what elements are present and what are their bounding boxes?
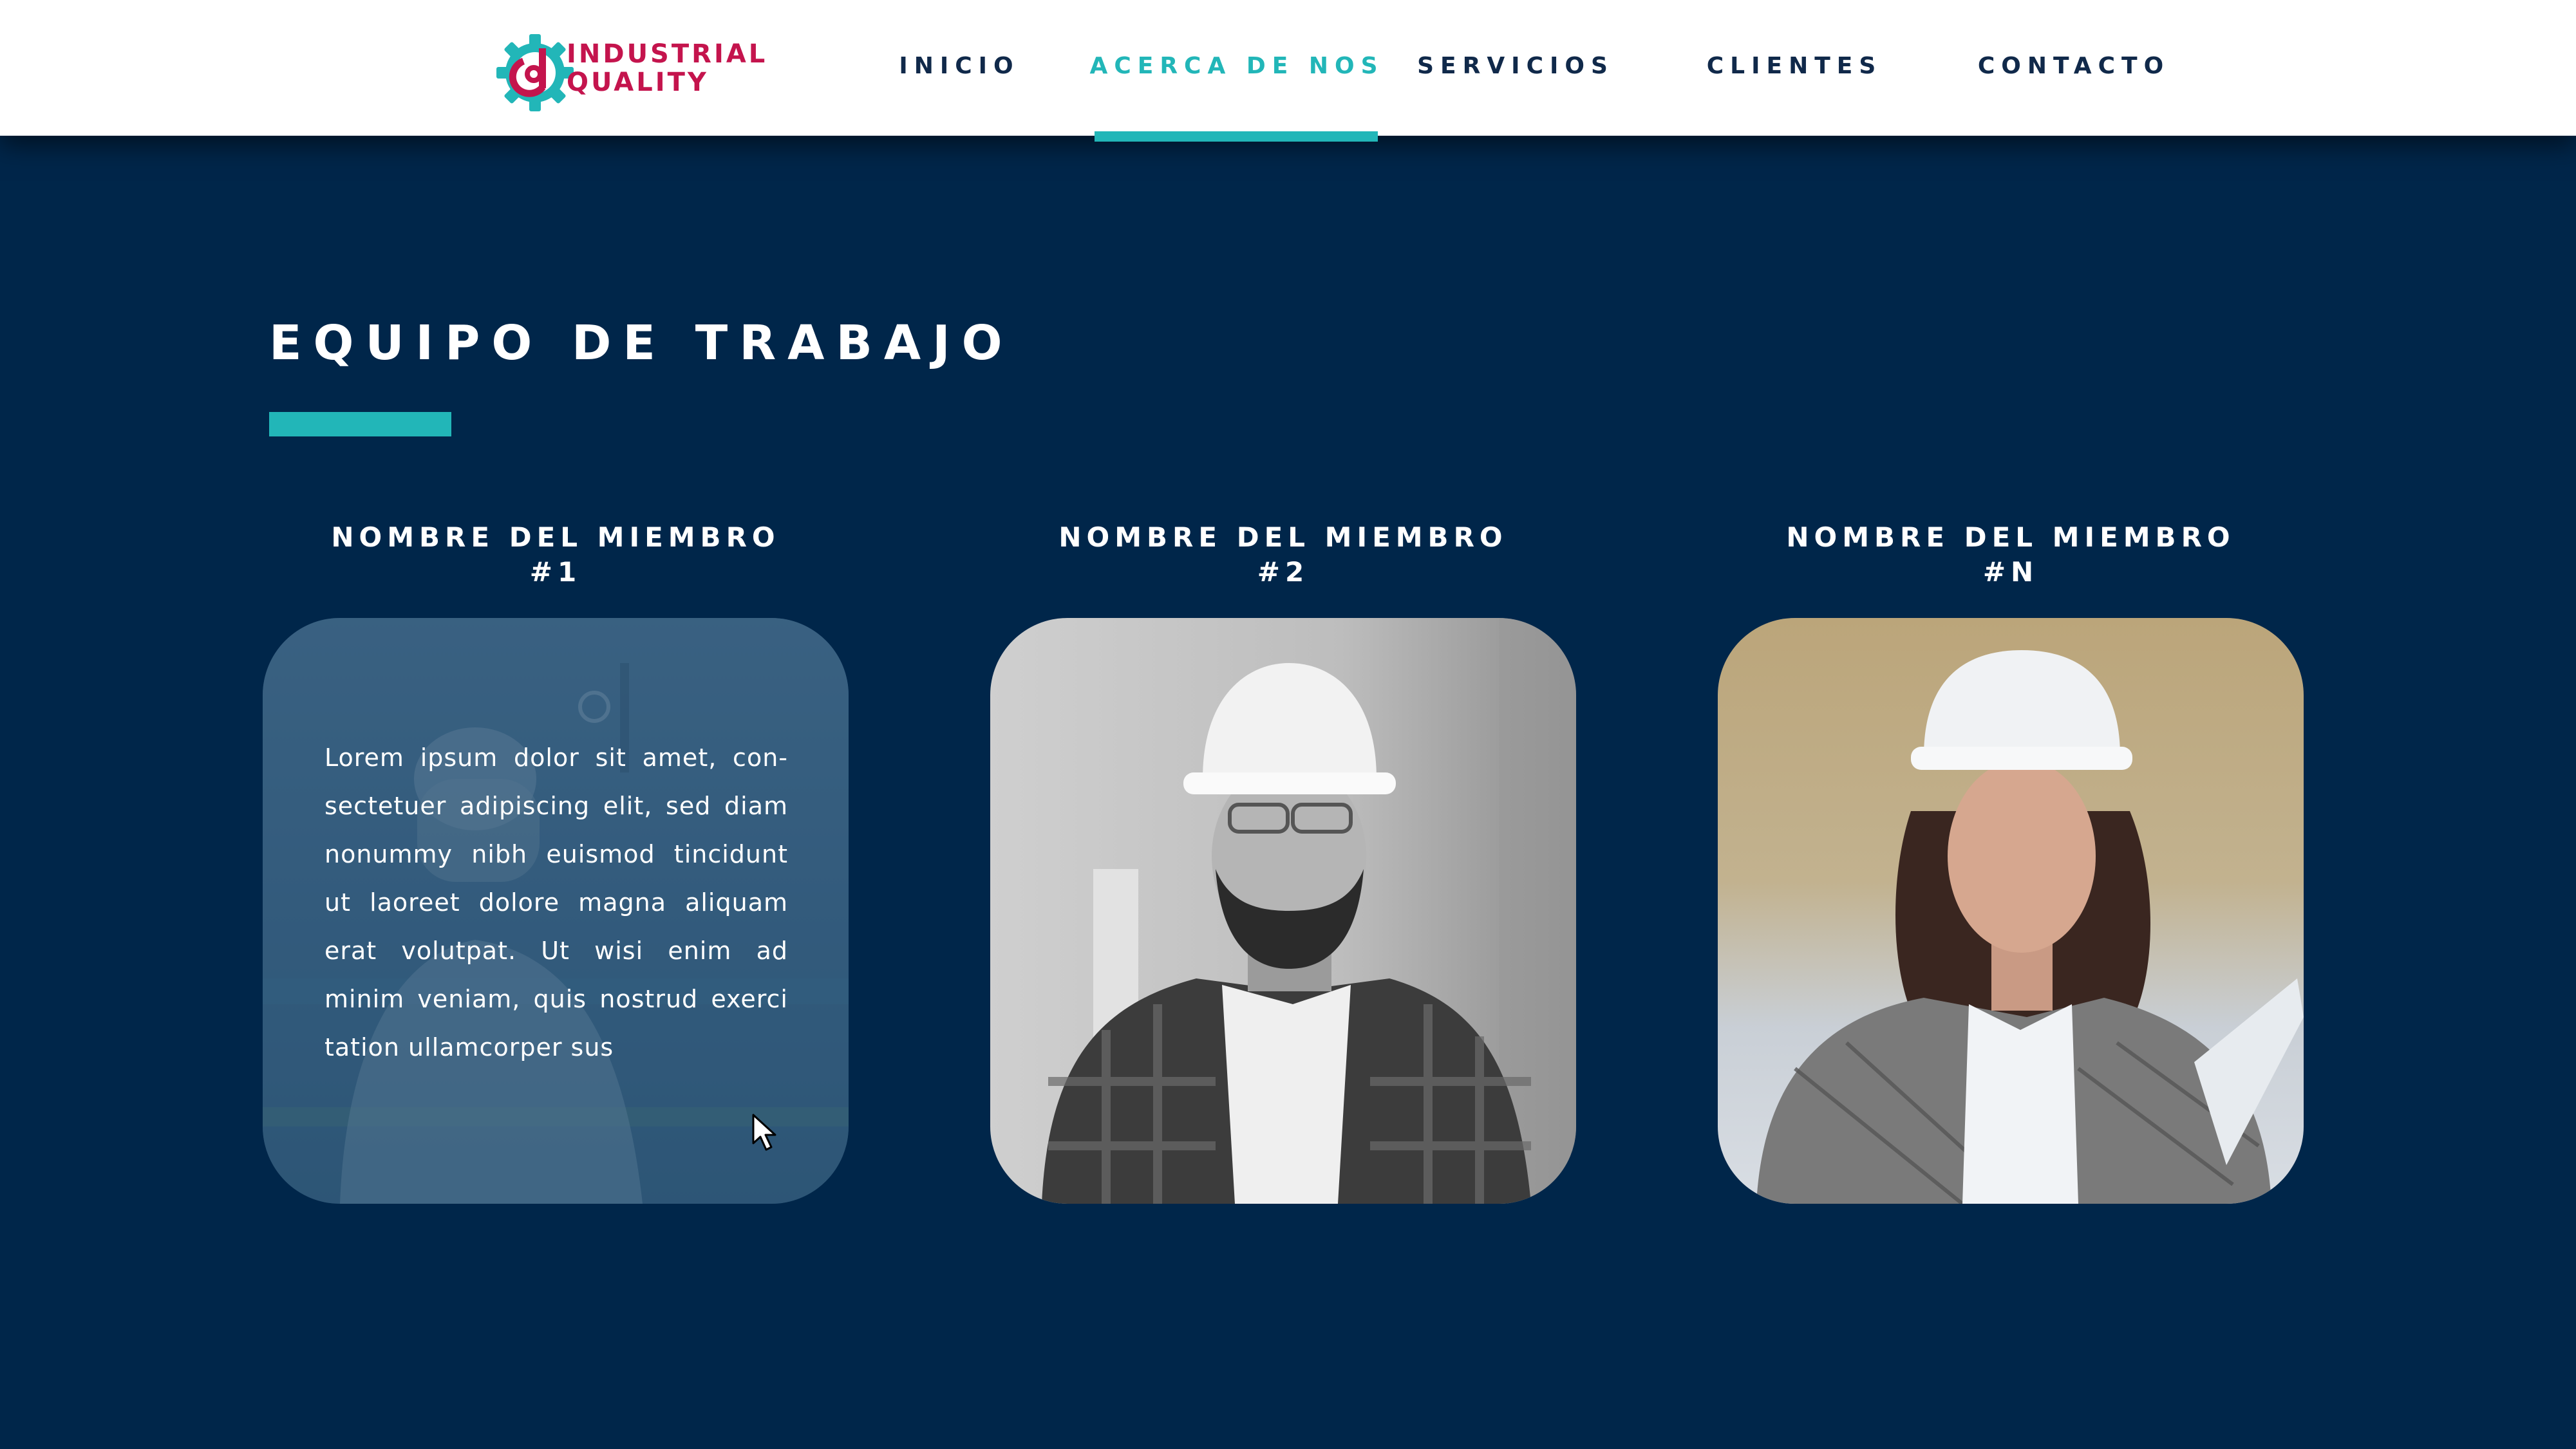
brand-name-line1: INDUSTRIAL <box>567 39 768 69</box>
section-title: EQUIPO DE TRABAJO <box>269 315 1014 371</box>
member-name-1: NOMBRE DEL MIEMBRO #1 <box>263 520 849 590</box>
member-name-n: NOMBRE DEL MIEMBRO #N <box>1718 520 2304 590</box>
member-card-n[interactable] <box>1718 618 2304 1204</box>
member-name-1-line2: #1 <box>529 556 582 588</box>
member-photo-2 <box>990 618 1576 1204</box>
title-accent-bar <box>269 412 451 436</box>
brand-logo[interactable]: INDUSTRIAL QUALITY <box>496 33 773 112</box>
member-bio-1: Lorem ipsum dolor sit amet, con-sectetue… <box>324 743 788 1061</box>
member-name-2: NOMBRE DEL MIEMBRO #2 <box>990 520 1576 590</box>
gear-logo-icon <box>496 34 574 111</box>
member-name-n-line2: #N <box>1982 556 2039 588</box>
nav-item-contacto[interactable]: CONTACTO <box>1978 53 2170 79</box>
member-card-2[interactable] <box>990 618 1576 1204</box>
active-nav-underline <box>1095 131 1378 142</box>
member-name-2-line1: NOMBRE DEL MIEMBRO <box>1058 521 1508 553</box>
nav-item-inicio[interactable]: INICIO <box>899 53 1019 79</box>
mouse-cursor-icon <box>752 1114 776 1151</box>
member-name-1-line1: NOMBRE DEL MIEMBRO <box>331 521 780 553</box>
member-name-2-line2: #2 <box>1257 556 1310 588</box>
member-photo-n <box>1718 618 2304 1204</box>
member-name-n-line1: NOMBRE DEL MIEMBRO <box>1786 521 2235 553</box>
nav-item-acerca-de-nos[interactable]: ACERCA DE NOS <box>1089 53 1384 79</box>
top-navigation-bar: INDUSTRIAL QUALITY INICIO ACERCA DE NOS … <box>0 0 2576 136</box>
brand-name: INDUSTRIAL QUALITY <box>567 40 767 97</box>
nav-item-servicios[interactable]: SERVICIOS <box>1417 53 1614 79</box>
brand-name-line2: QUALITY <box>567 68 709 97</box>
nav-item-clientes[interactable]: CLIENTES <box>1707 53 1883 79</box>
